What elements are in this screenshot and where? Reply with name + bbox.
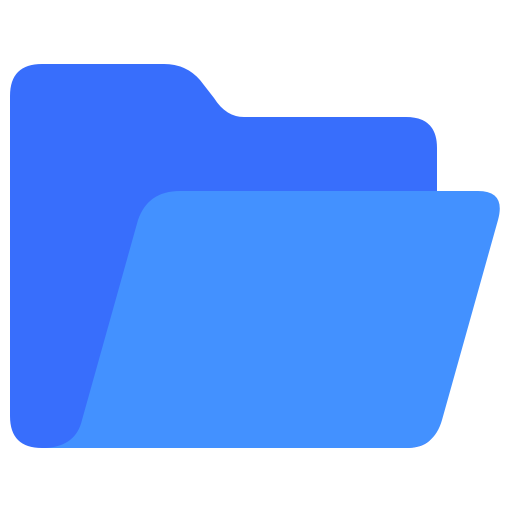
icon-canvas xyxy=(0,0,512,512)
open-folder-icon xyxy=(10,64,500,448)
